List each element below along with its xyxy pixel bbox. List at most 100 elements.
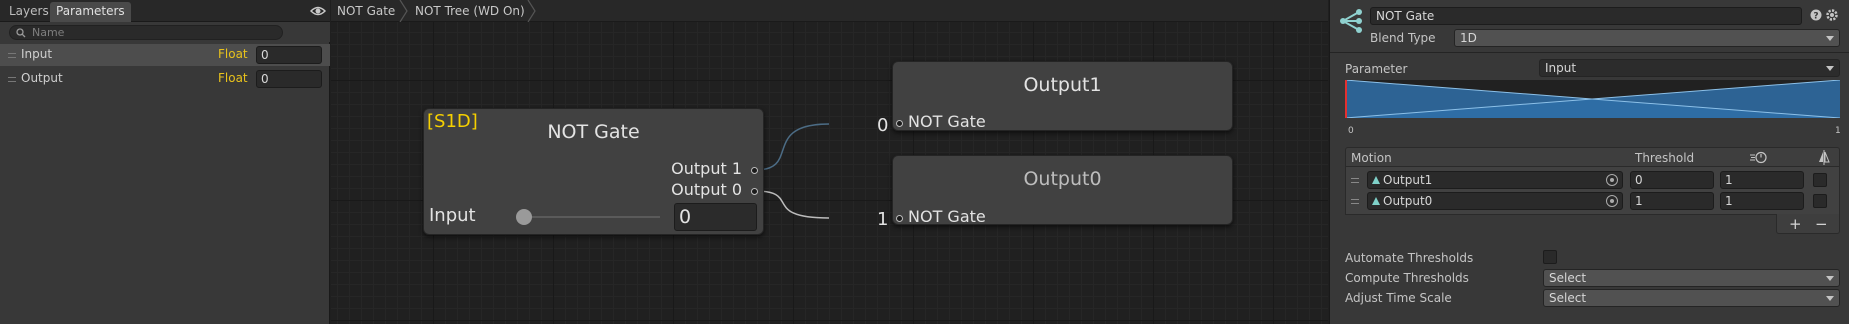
compute-thresholds-label: Compute Thresholds [1345,271,1469,285]
breadcrumb-item[interactable]: NOT Tree (WD On) [415,0,525,22]
breadcrumb-item[interactable]: NOT Gate [337,0,395,22]
blend-type-value: 1D [1460,31,1477,45]
blend-node[interactable]: [S1D] NOT Gate Output 1 Output 0 Input 0 [423,108,764,235]
connection-output0 [755,190,830,219]
blend-graph-plot [1345,80,1840,118]
parameter-label: Parameter [1345,62,1408,76]
threshold-tag: 0 [877,115,889,136]
axis-max-label: 1 [1835,126,1841,136]
state-node-output0[interactable]: Output0 NOT Gate [892,155,1233,226]
motion-row[interactable]: Output1 0 1 [1346,170,1841,190]
parameter-name: Input [21,47,53,61]
output-port-label: Output 0 [671,180,742,199]
output-port[interactable] [751,167,758,174]
search-input[interactable]: Name [9,25,283,40]
name-field[interactable]: NOT Gate [1370,7,1802,25]
input-port[interactable] [896,120,903,127]
drag-handle-icon[interactable] [1351,178,1359,183]
parameters-panel: Layers Parameters Name + ▼ Input Float 0… [0,0,330,324]
blend-tree-graph[interactable]: [S1D] NOT Gate Output 1 Output 0 Input 0… [331,0,1328,324]
parameter-row-output[interactable]: Output Float 0 [0,68,330,90]
threshold-field[interactable]: 1 [1630,192,1714,210]
connection-output1 [755,123,830,171]
parameter-name: Output [21,71,63,85]
parameter-value-field[interactable]: 0 [256,46,322,64]
object-picker-icon[interactable] [1606,174,1618,186]
automate-thresholds-checkbox[interactable] [1543,250,1557,264]
help-icon[interactable]: ? [1810,9,1822,21]
panel-tabs: Layers Parameters [0,0,330,22]
remove-motion-button[interactable]: − [1815,214,1828,234]
parameter-type: Float [218,47,248,61]
speed-field[interactable]: 1 [1720,171,1804,189]
output-port[interactable] [751,188,758,195]
motion-field[interactable]: Output1 [1367,171,1623,189]
state-node-output1[interactable]: Output1 NOT Gate [892,61,1233,131]
threshold-field[interactable]: 0 [1630,171,1714,189]
blend-slider-track[interactable] [520,216,660,218]
motion-row[interactable]: Output0 1 1 [1346,191,1841,211]
eye-icon[interactable] [310,4,326,18]
output-port-label: Output 1 [671,159,742,178]
drag-handle-icon[interactable] [8,77,16,82]
compute-thresholds-value: Select [1549,271,1587,285]
speed-field[interactable]: 1 [1720,192,1804,210]
threshold-tag: 1 [877,209,889,230]
motion-list-footer: + − [1776,214,1840,234]
chevron-down-icon [1826,296,1834,301]
mirror-checkbox[interactable] [1813,194,1827,208]
mirror-checkbox[interactable] [1813,173,1827,187]
parameter-value-field[interactable]: 0 [256,70,322,88]
svg-text:?: ? [1813,12,1818,22]
adjust-time-scale-label: Adjust Time Scale [1345,291,1452,305]
inspector-panel: NOT Gate ? Blend Type 1D Parameter Input… [1329,0,1849,324]
node-title: NOT Gate [547,121,640,143]
blend-type-dropdown[interactable]: 1D [1454,29,1840,47]
tab-parameters[interactable]: Parameters [50,2,131,22]
breadcrumb-separator-icon [527,0,536,22]
speed-icon [1750,151,1767,164]
blend-type-label: Blend Type [1370,31,1436,45]
search-row: Name + ▼ [0,22,330,63]
blend-value-field[interactable]: 0 [674,203,757,231]
input-port-label: NOT Gate [908,112,986,131]
compute-thresholds-dropdown[interactable]: Select [1543,269,1840,287]
parameter-type: Float [218,71,248,85]
add-motion-button[interactable]: + [1789,214,1802,234]
blend-graph[interactable] [1345,80,1840,118]
blend-tree-icon [1340,9,1362,33]
drag-handle-icon[interactable] [1351,199,1359,204]
motion-list: Output1 0 1 Output0 1 1 [1345,167,1840,215]
blend-parameter-label: Input [429,205,476,226]
chevron-down-icon [1826,276,1834,281]
search-icon [16,28,26,38]
parameter-value: Input [1545,61,1577,75]
adjust-time-scale-value: Select [1549,291,1587,305]
mirror-icon [1819,150,1830,165]
drag-handle-icon[interactable] [8,53,16,58]
input-port-label: NOT Gate [908,207,986,226]
threshold-column-header: Threshold [1635,151,1695,165]
parameter-row-input[interactable]: Input Float 0 [0,44,330,66]
gear-icon[interactable] [1825,8,1839,22]
blend-slider-thumb[interactable] [516,209,532,225]
input-port[interactable] [896,215,903,222]
adjust-time-scale-dropdown[interactable]: Select [1543,289,1840,307]
chevron-down-icon [1826,66,1834,71]
animation-clip-icon [1372,197,1380,205]
automate-thresholds-label: Automate Thresholds [1345,251,1474,265]
tab-layers[interactable]: Layers [3,2,55,22]
object-picker-icon[interactable] [1606,195,1618,207]
breadcrumb-separator-icon [399,0,408,22]
motion-list-header: Motion Threshold [1345,147,1840,167]
chevron-down-icon [1826,36,1834,41]
node-title: Output1 [1023,74,1102,96]
divider [1330,52,1849,53]
node-title: Output0 [1023,168,1102,190]
breadcrumb: NOT Gate NOT Tree (WD On) [331,0,1328,22]
motion-field[interactable]: Output0 [1367,192,1623,210]
parameter-dropdown[interactable]: Input [1539,59,1840,77]
axis-min-label: 0 [1348,126,1354,136]
animation-clip-icon [1372,176,1380,184]
motion-column-header: Motion [1351,151,1392,165]
